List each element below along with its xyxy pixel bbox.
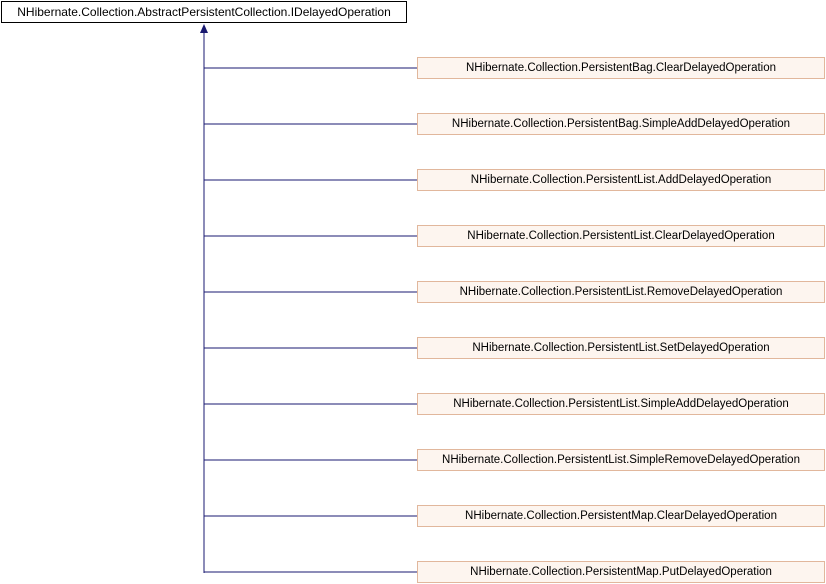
derived-class-node-persistentmap-put[interactable]: NHibernate.Collection.PersistentMap.PutD… [417,561,825,583]
inheritance-diagram: NHibernate.Collection.AbstractPersistent… [0,0,826,584]
derived-class-node-persistentlist-simpleadd[interactable]: NHibernate.Collection.PersistentList.Sim… [417,393,825,415]
base-interface-node[interactable]: NHibernate.Collection.AbstractPersistent… [1,1,407,23]
derived-class-node-persistentmap-clear[interactable]: NHibernate.Collection.PersistentMap.Clea… [417,505,825,527]
derived-class-node-persistentlist-remove[interactable]: NHibernate.Collection.PersistentList.Rem… [417,281,825,303]
derived-class-node-persistentlist-simpleremove[interactable]: NHibernate.Collection.PersistentList.Sim… [417,449,825,471]
derived-class-node-persistentbag-simpleadd[interactable]: NHibernate.Collection.PersistentBag.Simp… [417,113,825,135]
inheritance-arrowhead-icon [200,24,208,33]
derived-class-node-persistentlist-add[interactable]: NHibernate.Collection.PersistentList.Add… [417,169,825,191]
derived-class-node-persistentlist-set[interactable]: NHibernate.Collection.PersistentList.Set… [417,337,825,359]
derived-class-node-persistentlist-clear[interactable]: NHibernate.Collection.PersistentList.Cle… [417,225,825,247]
derived-class-node-persistentbag-clear[interactable]: NHibernate.Collection.PersistentBag.Clea… [417,57,825,79]
